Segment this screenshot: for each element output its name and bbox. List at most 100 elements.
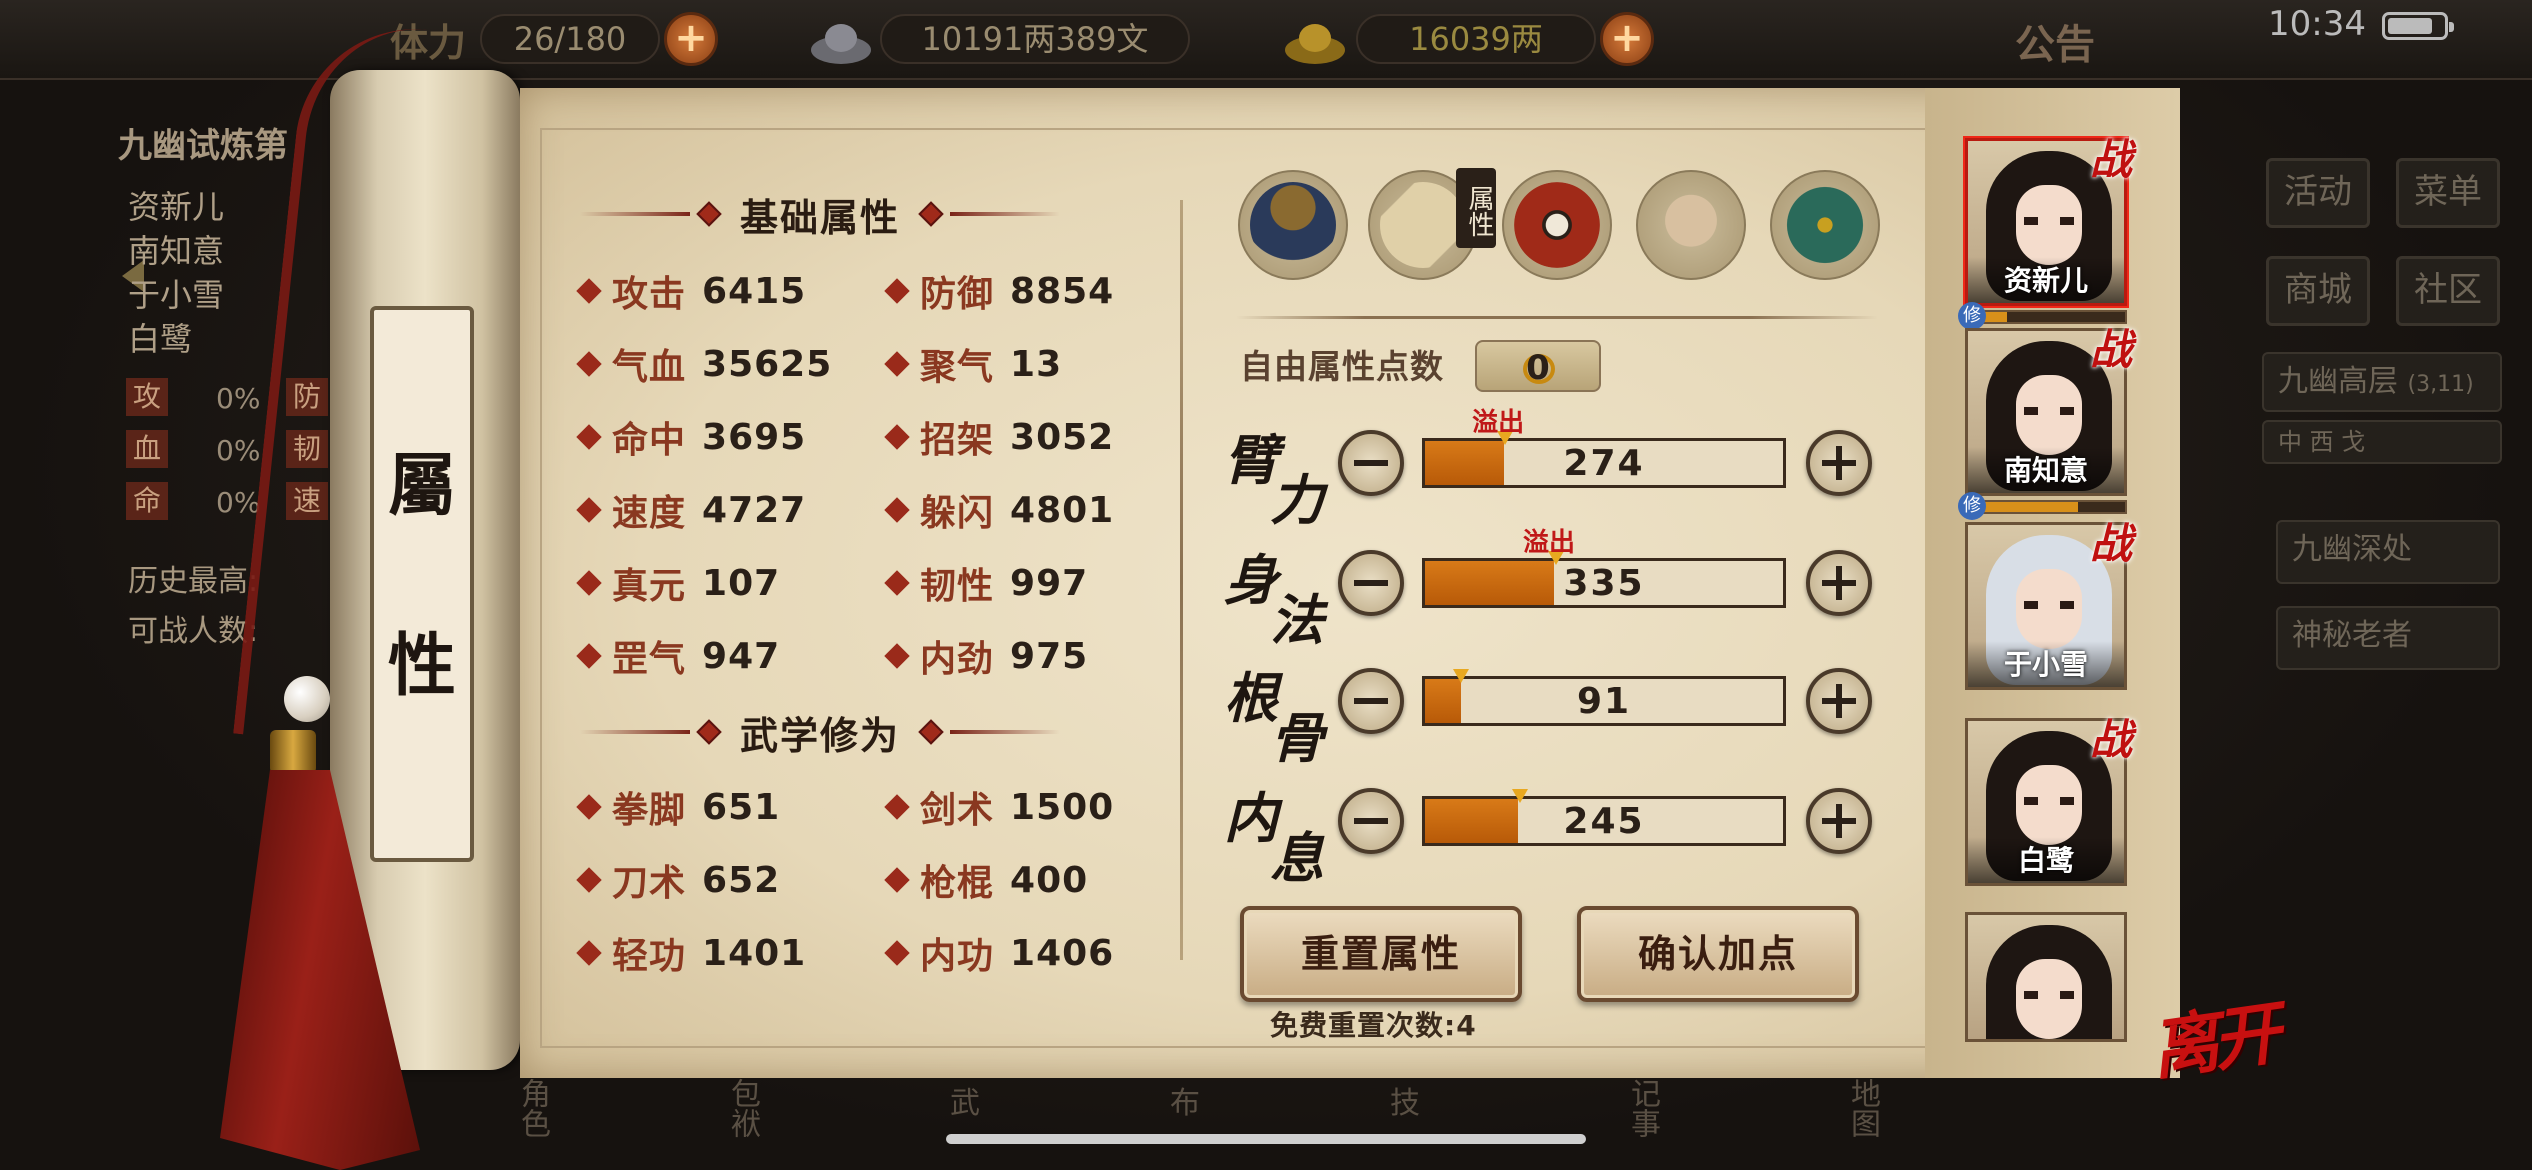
cultivation-tag: 修 [1958,492,1986,520]
silver-value: 10191两389文 [880,14,1190,64]
battery-icon [2382,12,2454,40]
portrait-face [2016,765,2082,845]
stat-chip: 攻 [126,378,168,416]
history-high-label: 历史最高: [128,564,259,599]
decrease-point-button[interactable] [1338,550,1404,616]
community-button[interactable]: 社区 [2396,256,2500,326]
nav-formation[interactable]: 布 [1150,1078,1300,1158]
point-name: 身法 [1224,536,1334,652]
header-line [580,730,690,734]
add-physical-button[interactable]: + [664,12,718,66]
nav-label: 角色 [515,1078,550,1138]
point-bar: 335 [1422,551,1786,608]
nav-bag[interactable]: 包袱 [700,1078,850,1158]
decrease-point-button[interactable] [1338,668,1404,734]
header-line [580,212,690,216]
activity-button[interactable]: 活动 [2266,158,2370,228]
basic-attributes-header: 基础属性 [580,184,1061,244]
floor-coord: (3,11) [2407,372,2474,397]
attr-lightness: 轻功 1401 [576,928,806,978]
scroll-title-char: 屬 [387,446,456,526]
point-name: 臂力 [1224,416,1334,532]
direction-compass: 中 西 戈 [2262,420,2502,464]
elder-label: 神秘老者 [2292,618,2412,653]
tab-attributes-active[interactable]: 属性 [1456,168,1496,248]
attr-toughness: 韧性 997 [884,558,1088,608]
attr-accuracy: 命中 3695 [576,412,806,462]
muscle-icon[interactable] [1636,170,1746,280]
header-diamond [918,719,944,745]
point-name: 内息 [1224,774,1334,890]
in-battle-tag: 战 [2090,715,2133,764]
attr-speed: 速度 4727 [576,485,806,535]
home-indicator [946,1134,1586,1144]
nav-map[interactable]: 地图 [1820,1078,1970,1158]
point-name-char: 息 [1270,826,1324,890]
nav-martial[interactable]: 武 [920,1078,1070,1158]
floor-indicator: 九幽高层 (3,11) [2262,352,2502,412]
header-line [950,212,1061,216]
nav-label: 布 [1170,1086,1200,1121]
notice-button[interactable]: 公告 [2015,12,2095,70]
leave-button[interactable]: 离开 [2144,978,2281,1093]
attr-true-energy: 真元 107 [576,558,780,608]
attr-defense: 防御 8854 [884,266,1114,316]
mysterious-elder-button[interactable]: 神秘老者 [2276,606,2500,670]
decrease-point-button[interactable] [1338,788,1404,854]
character-portrait[interactable] [1965,912,2127,1042]
cultivation-tag: 修 [1958,302,1986,330]
hat-character-icon[interactable] [1238,170,1348,280]
roster-name: 资新儿 [128,188,225,226]
increase-point-button[interactable] [1806,788,1872,854]
attr-spear: 枪棍 400 [884,855,1088,905]
attr-dodge: 躲闪 4801 [884,485,1114,535]
nav-label: 记事 [1625,1078,1660,1138]
deep-area-button[interactable]: 九幽深处 [2276,520,2500,584]
bagua-icon[interactable] [1502,170,1612,280]
free-points-box: 0 [1475,340,1601,392]
portrait-face [2016,375,2082,455]
reset-attributes-button[interactable]: 重置属性 [1240,906,1522,1002]
nav-character[interactable]: 角色 [480,1078,630,1158]
nav-skill[interactable]: 技 [1370,1078,1520,1158]
decrease-point-button[interactable] [1338,430,1404,496]
header-diamond [918,201,944,227]
roster-name: 于小雪 [128,276,225,314]
point-value: 335 [1563,563,1645,604]
attr-parry: 招架 3052 [884,412,1114,462]
overflow-label: 溢出 [1523,528,1576,558]
in-battle-tag: 战 [2090,519,2133,568]
point-bar: 245 [1422,789,1786,846]
increase-point-button[interactable] [1806,550,1872,616]
increase-point-button[interactable] [1806,430,1872,496]
confirm-points-button[interactable]: 确认加点 [1577,906,1859,1002]
attr-attack: 攻击 6415 [576,266,806,316]
portrait-eyes [2024,407,2074,415]
status-time: 10:34 [2268,4,2366,44]
roster-name: 南知意 [128,232,225,270]
attr-focus: 聚气 13 [884,339,1062,389]
attr-inner-skill: 内功 1406 [884,928,1114,978]
portrait-face [2016,569,2082,649]
martial-title: 武学修为 [740,713,901,758]
gold-ingot-icon [1285,24,1345,64]
attr-inner-force: 内劲 975 [884,631,1088,681]
add-gold-button[interactable]: + [1600,12,1654,66]
fighters-label: 可战人数: [128,614,259,649]
point-value: 91 [1576,681,1632,722]
character-name: 资新儿 [1968,257,2124,303]
increase-point-button[interactable] [1806,668,1872,734]
nav-label: 包袱 [725,1078,760,1138]
scroll-title-char: 性 [387,626,456,706]
compass-icon[interactable] [1770,170,1880,280]
in-battle-tag: 战 [2090,135,2133,184]
menu-button[interactable]: 菜单 [2396,158,2500,228]
portrait-face [2016,185,2082,265]
shop-button[interactable]: 商城 [2266,256,2370,326]
point-name-char: 骨 [1270,706,1324,770]
header-line [950,730,1061,734]
point-name-char: 力 [1270,468,1324,532]
point-bar: 91 [1422,669,1786,726]
nav-journal[interactable]: 记事 [1600,1078,1750,1158]
tassel-cap [270,730,316,774]
